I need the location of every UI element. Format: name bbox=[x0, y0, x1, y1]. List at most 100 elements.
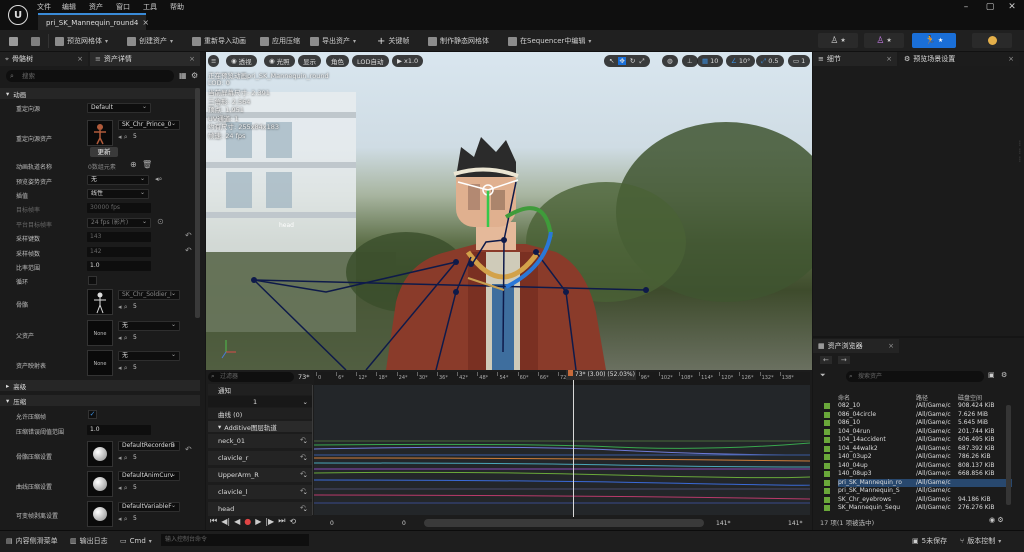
retarget-source-dropdown[interactable]: Default bbox=[87, 103, 151, 113]
content-drawer-button[interactable]: ▤ 内容侧滑菜单 bbox=[6, 535, 58, 547]
edit-in-sequencer-button[interactable]: 在Sequencer中编辑 ▾ bbox=[508, 34, 591, 48]
close-icon[interactable]: × bbox=[886, 55, 892, 63]
variable-frame-thumbnail[interactable] bbox=[87, 501, 113, 527]
asset-search-input[interactable]: 搜索资产 bbox=[846, 371, 984, 382]
timeline-scrollbar[interactable] bbox=[424, 519, 704, 527]
bone-compression-thumbnail[interactable] bbox=[87, 441, 113, 467]
loop-checkbox[interactable] bbox=[88, 276, 97, 285]
menu-help[interactable]: 帮助 bbox=[170, 2, 184, 12]
reset-arrow-icon[interactable]: ↶ bbox=[300, 470, 306, 478]
minimize-icon[interactable]: – bbox=[956, 2, 976, 12]
unsaved-button[interactable]: ▣ 5未保存 bbox=[912, 535, 947, 547]
asset-row[interactable]: 104_14accident/All/Game/c 606.495 KiB bbox=[824, 436, 1012, 444]
asset-row[interactable]: 104_04run/All/Game/c 201.744 KiB bbox=[824, 428, 1012, 436]
asset-row[interactable]: pri_SK_Mannequin_ro/All/Game/c bbox=[824, 478, 1012, 487]
asset-scrollbar[interactable] bbox=[1006, 405, 1011, 505]
animation-viewport[interactable] bbox=[206, 52, 812, 370]
bone-compression-dropdown[interactable]: DefaultRecorderB bbox=[118, 441, 180, 451]
close-icon[interactable]: × bbox=[1008, 55, 1014, 63]
close-icon[interactable]: × bbox=[189, 55, 195, 63]
show-button[interactable]: 显示 bbox=[298, 55, 321, 67]
reset-arrow-icon[interactable]: ↶ bbox=[185, 246, 192, 255]
retarget-asset-thumbnail[interactable] bbox=[87, 120, 113, 146]
window-close-icon[interactable]: ✕ bbox=[1002, 2, 1022, 12]
variable-frame-dropdown[interactable]: DefaultVariableF bbox=[118, 502, 180, 512]
scale-icon[interactable]: ⤢ bbox=[639, 57, 644, 66]
character-button[interactable]: 角色 bbox=[326, 55, 349, 67]
back-arrow-icon[interactable]: ← bbox=[820, 356, 832, 364]
lit-button[interactable]: ◉ 光照 bbox=[264, 55, 295, 67]
parent-asset-dropdown[interactable]: 无 bbox=[118, 321, 180, 331]
preview-mesh-button[interactable]: 预览网格体 ▾ bbox=[48, 34, 108, 48]
browse-asset-icon[interactable]: ◂ ⌕ bbox=[118, 515, 128, 524]
add-icon[interactable]: ⊕ bbox=[130, 160, 137, 169]
tab-asset-browser[interactable]: ▦ 资产浏览器 × bbox=[813, 339, 899, 353]
track-neck[interactable]: neck_01 ⌄ bbox=[208, 434, 312, 448]
world-space-button[interactable]: ◍ bbox=[662, 55, 678, 67]
column-path[interactable]: 路径 bbox=[916, 393, 958, 401]
mesh-mode-button[interactable]: ♙ ★ bbox=[864, 33, 904, 48]
grid-view-icon[interactable]: ▦ bbox=[179, 71, 187, 80]
filter-icon[interactable]: ⏷ bbox=[820, 371, 826, 380]
reset-arrow-icon[interactable]: ↶ bbox=[300, 487, 306, 495]
panel-grip-icon[interactable]: ⋮ ⋮ ⋮ bbox=[1017, 140, 1023, 164]
play-reverse-icon[interactable]: ◀ bbox=[234, 517, 240, 526]
curve-compression-thumbnail[interactable] bbox=[87, 471, 113, 497]
search-input[interactable]: 搜索 bbox=[6, 70, 174, 82]
close-icon[interactable]: × bbox=[888, 342, 894, 350]
asset-row[interactable]: 086_04circle/All/Game/c 7.626 MiB bbox=[824, 411, 1012, 419]
skip-start-icon[interactable]: ⏮ bbox=[210, 516, 217, 526]
reset-arrow-icon[interactable]: ↶ bbox=[300, 453, 306, 461]
skeleton-mode-button[interactable]: ♙ ★ bbox=[818, 33, 858, 48]
asset-mapping-thumbnail[interactable]: None bbox=[87, 350, 113, 376]
browse-asset-icon[interactable]: ◂ ⌕ bbox=[118, 133, 128, 142]
update-button[interactable]: 更新 bbox=[90, 147, 118, 157]
step-forward-icon[interactable]: |▶ bbox=[265, 517, 274, 526]
column-size[interactable]: 磁盘空间 bbox=[958, 393, 1012, 401]
scale-snap-button[interactable]: ⤢ 0.5 bbox=[756, 55, 784, 67]
forward-arrow-icon[interactable]: → bbox=[837, 356, 850, 364]
curve-compression-dropdown[interactable]: DefaultAnimCurv bbox=[118, 471, 180, 481]
view-options-icon[interactable]: ◉ ⚙ bbox=[989, 516, 1004, 524]
browse-icon[interactable] bbox=[31, 34, 40, 48]
browse-asset-icon[interactable]: ◂ ⌕ bbox=[118, 454, 128, 463]
tab-asset-details[interactable]: ≡ 资产详情 × bbox=[90, 52, 200, 66]
menu-file[interactable]: 文件 bbox=[37, 2, 51, 12]
select-icon[interactable]: ↖ bbox=[609, 57, 614, 65]
tab-details[interactable]: ≡ 细节 × bbox=[813, 52, 897, 66]
browse-asset-icon[interactable]: ◂⌕ bbox=[155, 175, 162, 184]
asset-mapping-dropdown[interactable]: 无 bbox=[118, 351, 180, 361]
export-asset-button[interactable]: 导出资产 ▾ bbox=[310, 34, 356, 48]
lod-button[interactable]: LOD自动 bbox=[352, 55, 389, 67]
track-clavicle-r[interactable]: clavicle_r ⌄ bbox=[208, 451, 312, 465]
asset-row[interactable]: 140_03up2/All/Game/c 786.26 KiB bbox=[824, 453, 1012, 461]
menu-tools[interactable]: 工具 bbox=[143, 2, 157, 12]
menu-window[interactable]: 窗口 bbox=[116, 2, 130, 12]
skeleton-thumbnail[interactable] bbox=[87, 289, 113, 315]
settings-icon[interactable]: ⚙ bbox=[1001, 371, 1007, 379]
column-name[interactable]: 命名 bbox=[838, 393, 916, 401]
skeleton-dropdown[interactable]: SK_Chr_Soldier_I bbox=[118, 290, 180, 300]
rate-scale-field[interactable]: 1.0 bbox=[87, 261, 151, 271]
rotate-icon[interactable]: ↻ bbox=[630, 57, 635, 65]
reset-arrow-icon[interactable]: ↶ bbox=[300, 504, 306, 512]
playhead-line[interactable] bbox=[573, 380, 574, 517]
save-search-icon[interactable]: ▣ bbox=[988, 371, 995, 379]
track-notifies[interactable]: 通知 bbox=[208, 384, 312, 395]
cmd-button[interactable]: ▭ Cmd ▾ bbox=[120, 535, 152, 547]
reset-arrow-icon[interactable]: ↶ bbox=[185, 231, 192, 240]
output-log-button[interactable]: ▥ 输出日志 bbox=[70, 535, 108, 547]
maximize-icon[interactable]: ▢ bbox=[980, 2, 1000, 12]
browse-asset-icon[interactable]: ◂ ⌕ bbox=[118, 484, 128, 493]
asset-row[interactable]: 140_08up3/All/Game/c 668.856 KiB bbox=[824, 470, 1012, 478]
source-control-button[interactable]: ⑂ 版本控制 ▾ bbox=[960, 535, 1001, 547]
curve-editor[interactable] bbox=[314, 385, 810, 515]
track-curves[interactable]: 曲线 (0) bbox=[208, 408, 312, 419]
make-static-mesh-button[interactable]: 制作静态网格体 bbox=[428, 34, 489, 48]
console-input[interactable]: 输入控制台命令 bbox=[161, 534, 309, 546]
document-tab[interactable]: pri_SK_Mannequin_round4 × bbox=[38, 13, 149, 30]
reset-arrow-icon[interactable]: ↶ bbox=[300, 436, 306, 444]
rotation-snap-button[interactable]: ∠ 10° bbox=[726, 55, 756, 67]
track-upperarm-r[interactable]: UpperArm_R ⌄ bbox=[208, 468, 312, 482]
settings-icon[interactable]: ⚙ bbox=[191, 71, 198, 80]
